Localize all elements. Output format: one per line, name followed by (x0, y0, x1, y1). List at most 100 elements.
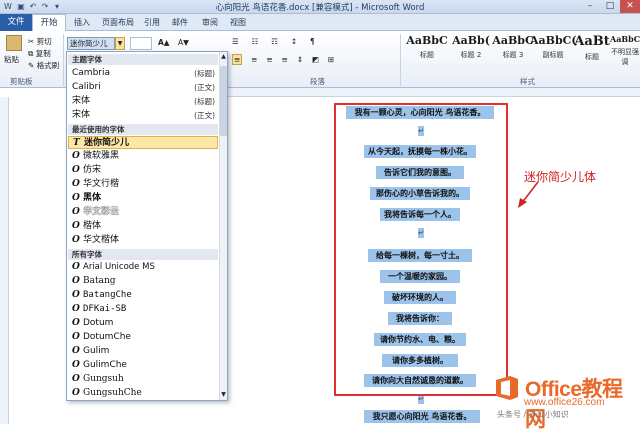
paste-button[interactable]: 粘贴 (4, 54, 19, 65)
opentype-icon: O (72, 151, 80, 161)
style-heading-2[interactable]: AaBb(标题 2 (448, 34, 494, 66)
opentype-icon: O (72, 304, 80, 314)
font-size-box[interactable] (130, 37, 152, 50)
paste-icon[interactable] (6, 35, 22, 51)
tab-mailings[interactable]: 邮件 (168, 15, 192, 30)
opentype-icon: O (72, 235, 80, 245)
opentype-icon: O (72, 276, 80, 286)
doc-line[interactable]: 我只愿心向阳光 鸟语花香。 (364, 410, 480, 423)
watermark-credit: 头条号 / 办公小知识 (497, 410, 569, 419)
style-subtle-emphasis[interactable]: AaBbCcI 不明显强调 (610, 34, 640, 66)
font-option[interactable]: O 华文彩云 (68, 206, 218, 219)
vertical-ruler[interactable] (0, 97, 9, 424)
close-button[interactable]: ✕ (620, 0, 640, 13)
style-title[interactable]: AaBbC 标题 (404, 34, 450, 66)
font-option-label: Cambria (72, 68, 110, 78)
font-option[interactable]: O Gungsuh (68, 373, 218, 386)
align-right-icon[interactable]: ≡ (266, 55, 272, 64)
font-option-label: 宋体 (72, 110, 91, 120)
font-option[interactable]: O 华文楷体 (68, 234, 218, 247)
truetype-icon: T (73, 138, 80, 148)
font-option[interactable]: O Arial Unicode MS (68, 261, 218, 274)
grow-font-icon[interactable]: A▲ (158, 38, 170, 47)
font-option[interactable]: O BatangChe (68, 289, 218, 302)
copy-label: 复制 (35, 49, 51, 58)
opentype-icon: O (72, 374, 80, 384)
font-option[interactable]: O DFKai-SB (68, 303, 218, 316)
font-option-selected[interactable]: T 迷你简少儿 (68, 136, 218, 149)
font-option[interactable]: O DotumChe (68, 331, 218, 344)
line-spacing-icon[interactable]: ⇕ (297, 55, 303, 64)
font-option-songti-heading[interactable]: 宋体 (标题) (68, 95, 218, 108)
style-sample: AaBbC( (530, 34, 576, 47)
font-option-calibri[interactable]: Calibri (正文) (68, 81, 218, 94)
font-option[interactable]: O 黑体 (68, 192, 218, 205)
opentype-icon: O (72, 318, 80, 328)
group-divider (63, 34, 64, 86)
font-option[interactable]: O 仿宋 (68, 164, 218, 177)
format-painter-button[interactable]: ✎ 格式刷 (28, 60, 59, 71)
style-title-alt[interactable]: AaBt 标题 (574, 34, 610, 66)
scrollbar-thumb[interactable] (220, 66, 227, 136)
justify-icon[interactable]: ≡ (282, 55, 288, 64)
font-option-label: Gulim (83, 346, 110, 356)
style-subtitle[interactable]: AaBbC( 副标题 (530, 34, 576, 66)
opentype-icon: O (72, 332, 80, 342)
font-option[interactable]: O Dotum (68, 317, 218, 330)
borders-icon[interactable]: ⊞ (328, 55, 334, 64)
style-name: 副标题 (542, 51, 564, 59)
font-option[interactable]: O 微软雅黑 (68, 150, 218, 163)
font-option-songti-body[interactable]: 宋体 (正文) (68, 109, 218, 122)
alignment-buttons: ≡ ≡ ≡ ≡ ⇕ ◩ ⊞ (232, 54, 392, 68)
copy-button[interactable]: ⧉ 复制 (28, 48, 51, 59)
font-option-cambria[interactable]: Cambria (标题) (68, 67, 218, 80)
watermark-url: www.office26.com (524, 397, 605, 408)
opentype-icon: O (72, 388, 80, 398)
align-center-icon[interactable]: ≡ (251, 55, 257, 64)
font-option-label: 仿宋 (83, 165, 102, 175)
multilevel-list-icon[interactable]: ☶ (271, 37, 278, 46)
tab-insert[interactable]: 插入 (68, 15, 96, 30)
font-option[interactable]: O 华文行楷 (68, 178, 218, 191)
clipboard-group-label: 剪贴板 (10, 77, 33, 86)
bullets-icon[interactable]: ☰ (232, 37, 239, 46)
tab-page-layout[interactable]: 页面布局 (98, 15, 138, 30)
font-option[interactable]: O Gulim (68, 345, 218, 358)
tab-file[interactable]: 文件 (0, 14, 32, 31)
horizontal-ruler[interactable] (190, 88, 640, 97)
font-option[interactable]: O GulimChe (68, 359, 218, 372)
maximize-button[interactable]: □ (600, 0, 620, 13)
style-name: 标题 (420, 51, 434, 59)
shading-icon[interactable]: ◩ (312, 55, 319, 64)
scroll-up-icon[interactable]: ▲ (220, 53, 227, 61)
tab-view[interactable]: 视图 (226, 15, 250, 30)
opentype-icon: O (72, 221, 80, 231)
align-left-icon[interactable]: ≡ (232, 54, 243, 65)
font-option[interactable]: O GungsuhChe (68, 387, 218, 400)
font-dropdown-list[interactable]: 主题字体 Cambria (标题) Calibri (正文) 宋体 (标题) 宋体 (正… (66, 51, 228, 401)
font-option[interactable]: O Batang (68, 275, 218, 288)
scissors-icon: ✂ (28, 37, 35, 46)
sort-icon[interactable]: ↕ (291, 37, 297, 46)
show-marks-icon[interactable]: ¶ (310, 37, 315, 46)
shrink-font-icon[interactable]: A▼ (178, 38, 189, 47)
chevron-down-icon: ▼ (117, 40, 123, 47)
tab-home[interactable]: 开始 (32, 14, 66, 32)
cut-button[interactable]: ✂ 剪切 (28, 36, 52, 47)
scroll-down-icon[interactable]: ▼ (220, 391, 227, 399)
font-option-label: DFKai-SB (83, 304, 127, 314)
annotation-arrow-right (518, 181, 539, 208)
font-option-label: BatangChe (83, 290, 132, 300)
tab-references[interactable]: 引用 (140, 15, 164, 30)
numbering-icon[interactable]: ☷ (252, 37, 259, 46)
font-option-label: GulimChe (83, 360, 127, 370)
font-dropdown-button[interactable]: ▼ (115, 37, 125, 50)
paragraph-group-label: 段落 (310, 77, 325, 86)
minimize-button[interactable]: – (580, 0, 600, 13)
font-name-box[interactable]: 迷你简少儿 (67, 37, 115, 50)
font-option-label: Gungsuh (83, 374, 124, 384)
opentype-icon: O (72, 165, 80, 175)
tab-review[interactable]: 审阅 (198, 15, 222, 30)
font-option[interactable]: O 楷体 (68, 220, 218, 233)
font-option-label: 华文楷体 (83, 235, 120, 245)
